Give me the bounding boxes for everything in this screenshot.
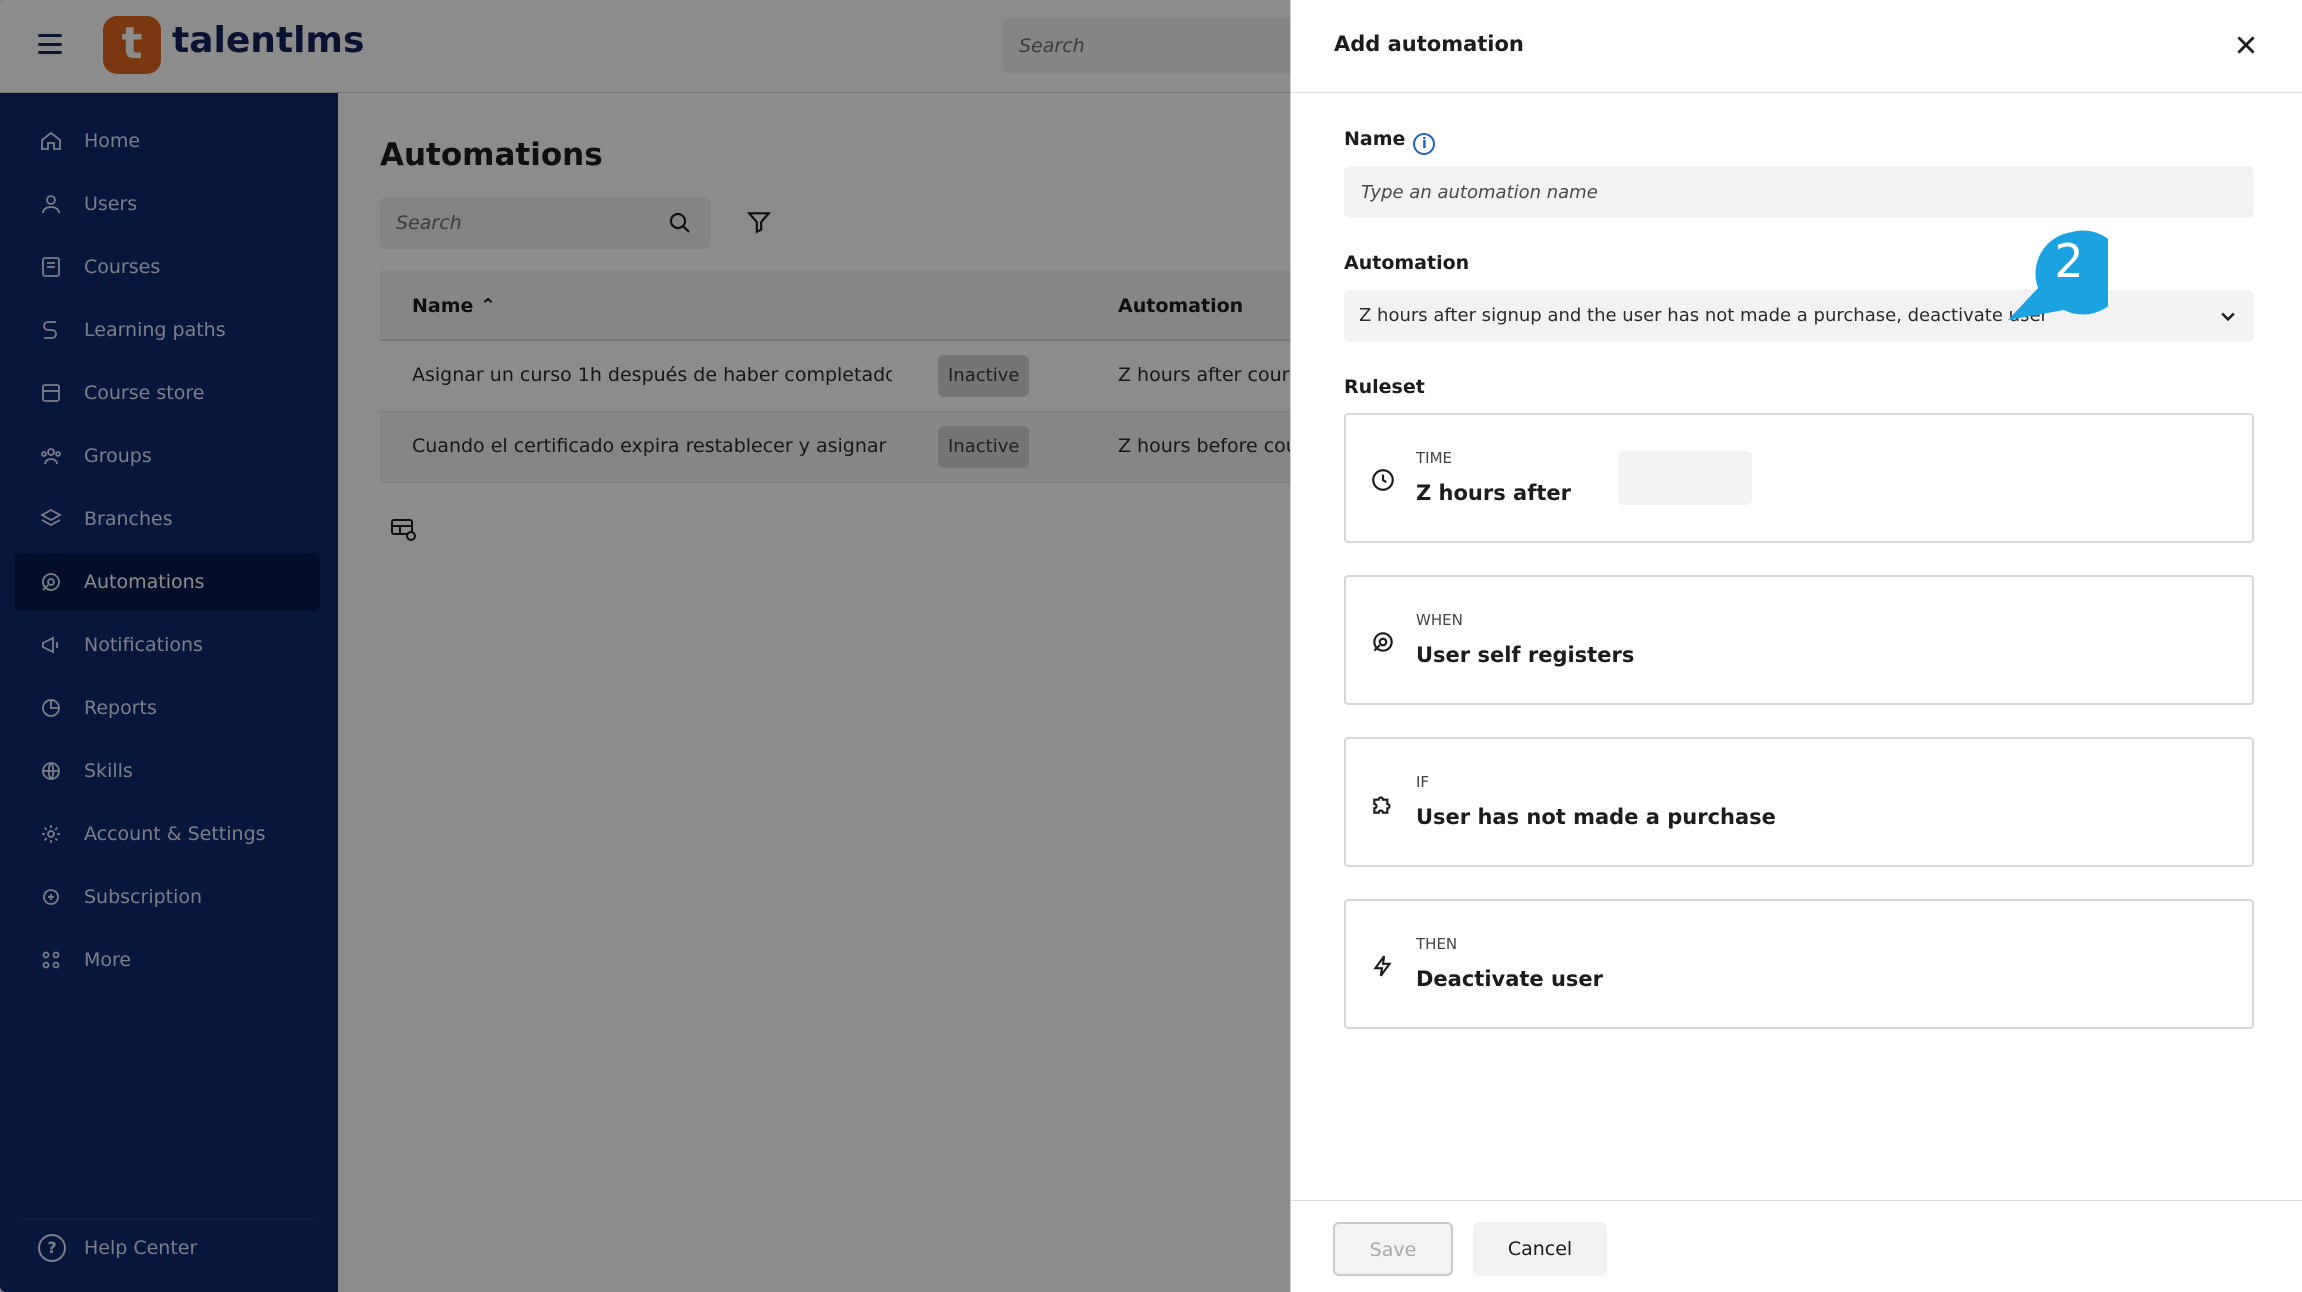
automation-type-select[interactable]: Z hours after signup and the user has no… bbox=[1344, 290, 2254, 342]
bolt-icon bbox=[1373, 955, 1392, 977]
trigger-icon bbox=[1373, 632, 1393, 652]
automation-select-value: Z hours after signup and the user has no… bbox=[1359, 305, 2048, 326]
rule-kind: IF bbox=[1416, 773, 1430, 791]
rule-card-if[interactable]: IF User has not made a purchase bbox=[1344, 737, 2254, 867]
close-icon[interactable] bbox=[2233, 32, 2259, 58]
hours-input[interactable] bbox=[1618, 451, 1752, 505]
clock-icon bbox=[1372, 469, 1394, 491]
rule-card-when[interactable]: WHEN User self registers bbox=[1344, 575, 2254, 705]
save-button[interactable]: Save bbox=[1333, 1222, 1453, 1276]
rule-card-then[interactable]: THEN Deactivate user bbox=[1344, 899, 2254, 1029]
rule-kind: WHEN bbox=[1416, 611, 1463, 629]
rule-value: User self registers bbox=[1416, 643, 1635, 667]
info-icon[interactable]: i bbox=[1413, 133, 1436, 155]
name-label: Name i bbox=[1344, 128, 1436, 155]
rule-card-time[interactable]: TIME Z hours after bbox=[1344, 413, 2254, 543]
step-callout-number: 2 bbox=[2054, 234, 2084, 288]
modal-backdrop[interactable] bbox=[0, 0, 1290, 1292]
drawer-header: Add automation bbox=[1291, 0, 2302, 93]
cancel-button[interactable]: Cancel bbox=[1473, 1222, 1607, 1276]
drawer-footer: Save Cancel bbox=[1291, 1200, 2302, 1292]
rule-kind: TIME bbox=[1416, 449, 1453, 467]
rule-value: Z hours after bbox=[1416, 481, 1571, 505]
ruleset-label: Ruleset bbox=[1344, 376, 1425, 398]
chevron-down-icon[interactable] bbox=[2218, 306, 2238, 326]
automation-name-input[interactable] bbox=[1344, 166, 2254, 218]
rule-value: User has not made a purchase bbox=[1416, 805, 1776, 829]
automation-label: Automation bbox=[1344, 252, 1470, 274]
rule-value: Deactivate user bbox=[1416, 967, 1604, 991]
add-automation-drawer: Add automation Namei Automation Z hours … bbox=[1290, 0, 2302, 1292]
drawer-title: Add automation bbox=[1334, 32, 1524, 56]
puzzle-icon bbox=[1373, 796, 1391, 814]
rule-kind: THEN bbox=[1416, 935, 1458, 953]
